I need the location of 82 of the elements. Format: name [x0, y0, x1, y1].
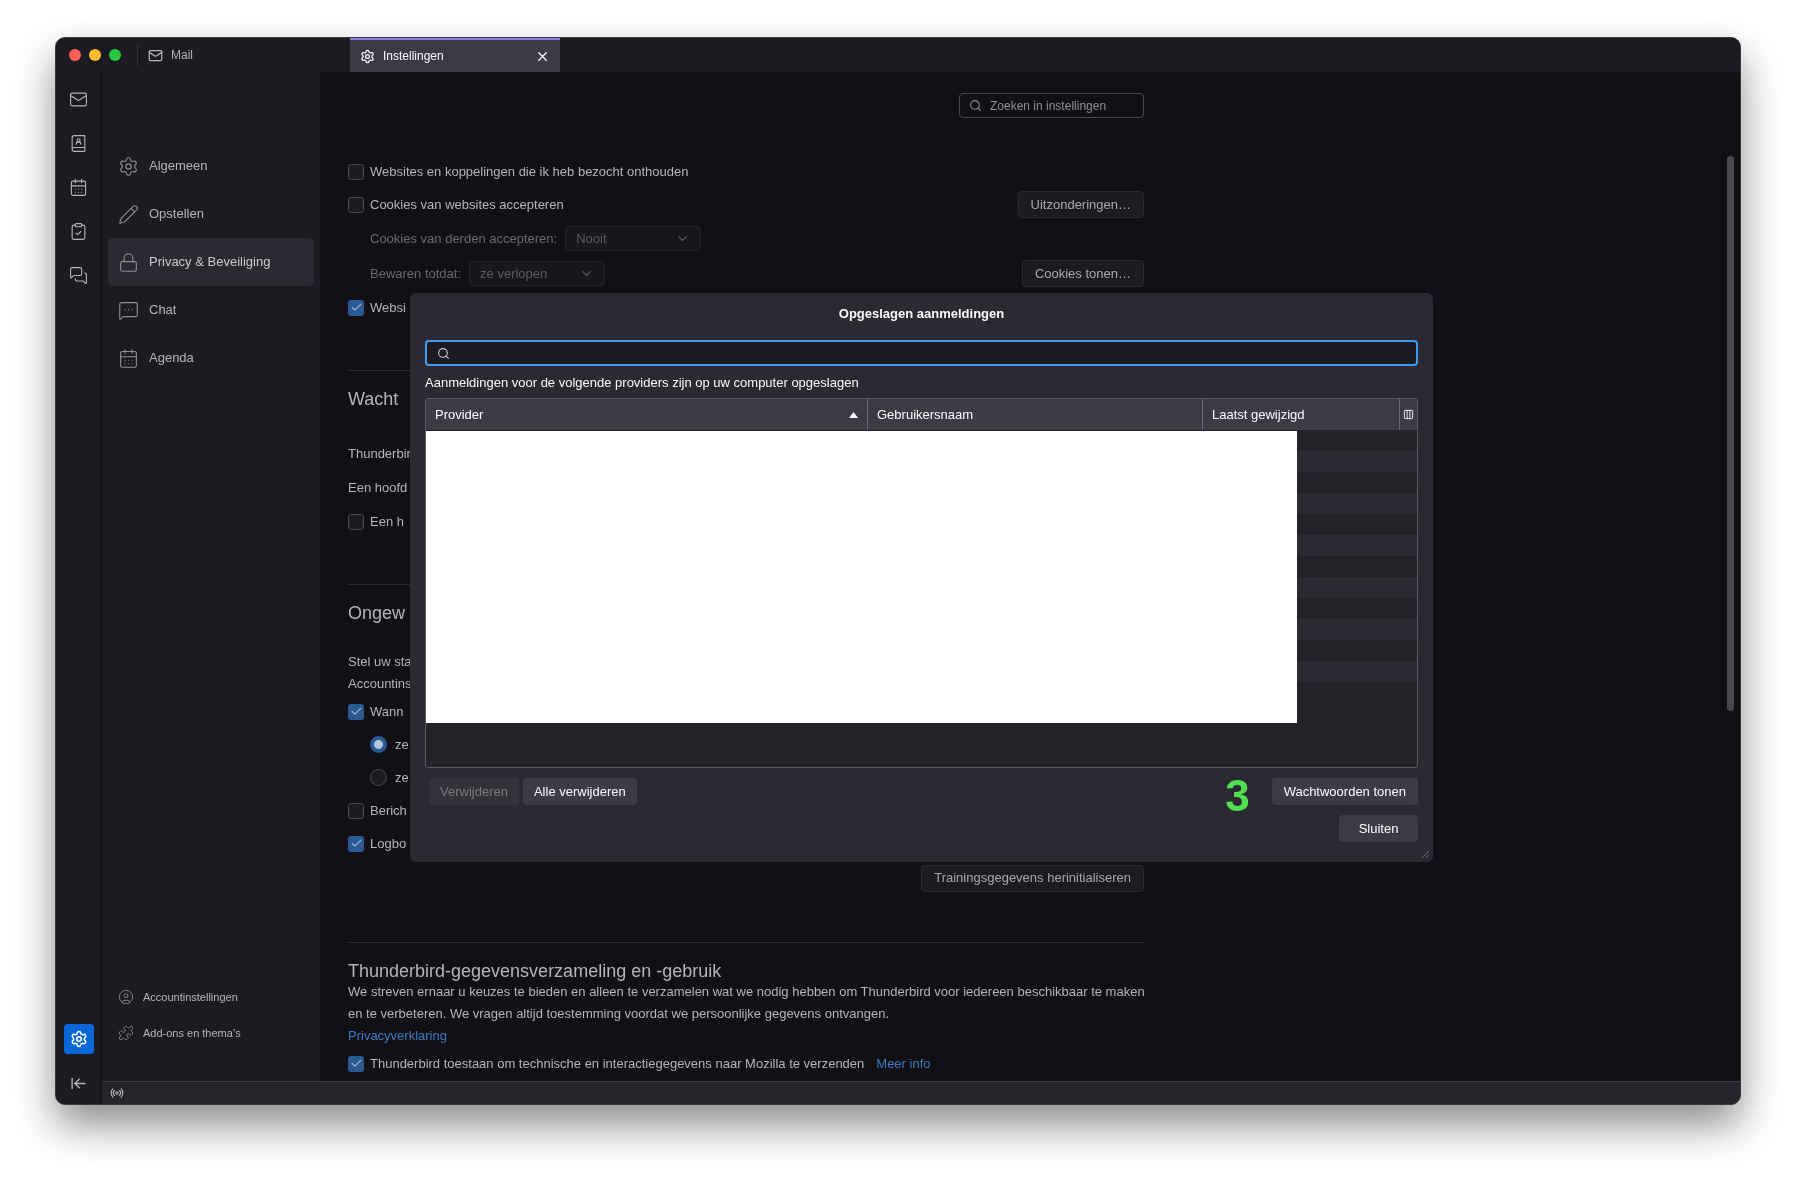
sort-ascending-icon — [849, 411, 858, 418]
checkbox-label: Thunderbird toestaan om technische en interactiegegevens naar Mozilla te verzenden — [370, 1054, 865, 1073]
checkmark-icon — [349, 1057, 363, 1070]
checkbox[interactable] — [348, 163, 364, 180]
gear-icon — [118, 155, 139, 177]
description-paragraph: Stel uw sta Accountins — [348, 653, 412, 693]
show-passwords-button[interactable]: Wachtwoorden tonen — [1271, 778, 1418, 805]
checkbox[interactable] — [348, 835, 364, 852]
gear-icon — [69, 1030, 88, 1048]
search-icon — [437, 346, 450, 360]
description-text: Een hoofd — [348, 479, 408, 498]
column-header[interactable]: Laatst gewijzigd — [1202, 399, 1399, 430]
search-field[interactable] — [425, 340, 1418, 366]
checkbox-label: Cookies van websites accepteren — [370, 195, 564, 214]
remove-all-button[interactable]: Alle verwijderen — [522, 778, 637, 805]
select-label: Bewaren totdat: — [370, 264, 462, 283]
resize-grip-icon[interactable] — [1420, 849, 1430, 859]
section-heading: Thunderbird-gegevensverzameling en -gebruik — [348, 959, 722, 983]
close-button[interactable]: Sluiten — [1339, 815, 1418, 842]
section-heading: Ongew — [348, 601, 406, 625]
dialog-description: Aanmeldingen voor de volgende providers zijn op uw computer opgeslagen — [425, 374, 860, 391]
close-window-button[interactable] — [69, 49, 81, 61]
checkbox-label: Berich — [370, 801, 407, 820]
privacy-link[interactable]: Privacyverklaring — [348, 1026, 447, 1046]
chat-bubbles-icon — [69, 265, 88, 285]
tab[interactable]: Mail — [138, 38, 350, 72]
calendar-icon — [69, 177, 88, 197]
radio-label: ze — [395, 735, 409, 754]
mail-icon — [148, 47, 163, 63]
checkbox-label: Websi — [370, 298, 406, 317]
checkmark-icon — [349, 301, 363, 314]
checkbox[interactable] — [348, 513, 364, 530]
radio-label: ze — [395, 768, 409, 787]
checkbox[interactable] — [348, 703, 364, 720]
sidebar-item[interactable]: Chat — [108, 286, 314, 334]
sidebar-item[interactable]: Privacy & Beveiliging — [108, 238, 314, 286]
checkbox[interactable] — [348, 299, 364, 316]
lock-icon — [118, 251, 139, 273]
description-paragraph: We streven ernaar u keuzes te bieden en alleen te verzamelen wat we nodig hebben om Thunderbird voor iedereen beschikbaar te maken en te verbeteren. We vragen altijd toestemming voordat we persoonlijke gegevens ontvangen. — [348, 983, 1144, 1023]
checkmark-icon — [349, 837, 363, 850]
settings-search-field[interactable]: Zoeken in instellingen — [959, 93, 1144, 118]
sidebar-item[interactable]: Agenda — [108, 334, 314, 382]
address-book-icon — [69, 133, 88, 153]
tab[interactable]: Instellingen — [350, 38, 560, 72]
column-header[interactable]: Provider — [426, 399, 867, 430]
checkbox[interactable] — [348, 802, 364, 819]
column-picker-icon[interactable] — [1403, 409, 1414, 420]
broadcast-icon — [110, 1086, 124, 1100]
sidebar-item[interactable]: Opstellen — [108, 190, 314, 238]
more-info-link[interactable]: Meer info — [876, 1053, 931, 1074]
chat-bubble-icon — [118, 299, 139, 321]
scrollbar-thumb[interactable] — [1727, 156, 1734, 711]
select-label: Cookies van derden accepteren: — [370, 229, 558, 248]
section-heading: Wacht — [348, 387, 399, 411]
checkbox[interactable] — [348, 196, 364, 213]
checkbox-label: Een h — [370, 512, 404, 531]
description-text: Thunderbir — [348, 445, 411, 464]
checkbox-label: Logbo — [370, 834, 407, 853]
radio-button[interactable] — [370, 736, 387, 753]
search-icon — [969, 99, 982, 112]
checkbox[interactable] — [348, 1055, 364, 1072]
gear-icon — [360, 48, 375, 64]
pencil-icon — [118, 203, 139, 225]
checkmark-icon — [349, 705, 363, 718]
sidebar-item[interactable]: Algemeen — [108, 142, 314, 190]
clipboard-check-icon — [69, 221, 88, 241]
radio-button[interactable] — [370, 769, 387, 786]
dialog-title: Opgeslagen aanmeldingen — [837, 305, 1006, 322]
exceptions-button[interactable]: Uitzonderingen… — [1017, 191, 1144, 218]
checkbox-label: Wann — [370, 702, 404, 721]
checkbox-label: Websites en koppelingen die ik heb bezocht onthouden — [370, 162, 689, 181]
zoom-window-button[interactable] — [109, 49, 121, 61]
puzzle-icon — [118, 1025, 134, 1041]
settings-button[interactable] — [63, 1024, 94, 1054]
minimize-window-button[interactable] — [89, 49, 101, 61]
column-header[interactable]: Gebruikersnaam — [867, 399, 1202, 430]
step-number: 3 — [1225, 773, 1250, 818]
account-icon — [118, 989, 134, 1005]
sidebar-link[interactable]: Add-ons en thema’s — [108, 1015, 314, 1051]
reset-training-button[interactable]: Trainingsgegevens herinitialiseren — [921, 864, 1144, 892]
sidebar-link[interactable]: Accountinstellingen — [108, 979, 314, 1015]
calendar-icon — [118, 347, 139, 369]
